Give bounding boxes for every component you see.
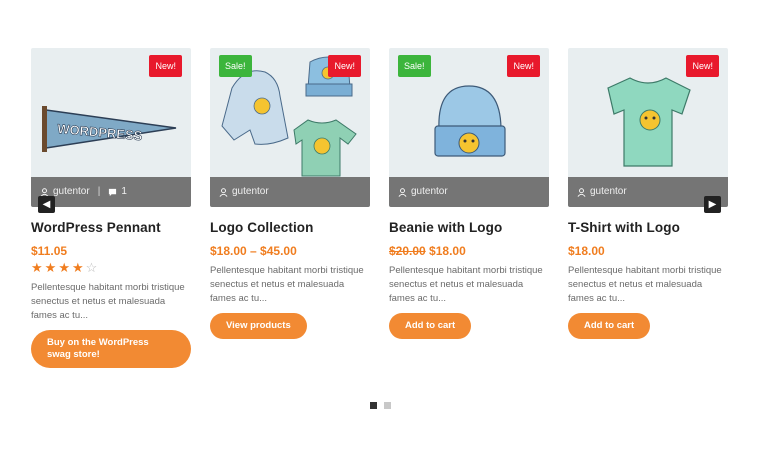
view-products-button[interactable]: View products [210,313,307,339]
meta-bar: gutentor [389,177,549,207]
sale-badge: Sale! [398,55,431,77]
sale-badge: Sale! [219,55,252,77]
current-price: $18.00 [568,244,605,258]
new-badge: New! [686,55,719,77]
add-to-cart-button[interactable]: Add to cart [568,313,651,339]
product-title[interactable]: WordPress Pennant [31,220,191,235]
user-icon [398,187,407,197]
author-name[interactable]: gutentor [411,177,448,207]
pagination-dot-2[interactable] [384,402,391,409]
carousel-pagination [370,402,391,409]
product-title[interactable]: Beanie with Logo [389,220,549,235]
product-description: Pellentesque habitant morbi tristique se… [31,282,185,321]
product-description: Pellentesque habitant morbi tristique se… [210,265,364,304]
new-badge: New! [149,55,182,77]
star-icon: ★ [58,260,70,275]
product-card: WORDPRESS New! gutentor | 1 WordPress Pe… [31,48,191,368]
product-price: $18.00 – $45.00 [210,244,370,258]
product-image[interactable]: Sale! New! gutentor [389,48,549,207]
comment-count[interactable]: 1 [121,177,127,207]
author-name[interactable]: gutentor [590,177,627,207]
buy-external-button[interactable]: Buy on the WordPress swag store! [31,330,191,368]
product-description: Pellentesque habitant morbi tristique se… [389,265,543,304]
product-title[interactable]: Logo Collection [210,220,370,235]
product-card: New! gutentor T-Shirt with Logo $18.00 P… [568,48,728,339]
star-rating: ★ ★ ★ ★ ☆ [31,261,191,275]
star-icon: ★ [44,260,57,275]
star-icon: ★ [71,260,84,275]
author-name[interactable]: gutentor [232,177,269,207]
price-range: $18.00 – $45.00 [210,244,297,258]
pagination-dot-1[interactable] [370,402,377,409]
chevron-right-icon[interactable]: ▶ [704,196,721,213]
product-image[interactable]: Sale! New! gutentor [210,48,370,207]
user-icon [577,187,586,197]
new-badge: New! [328,55,361,77]
add-to-cart-button[interactable]: Add to cart [389,313,472,339]
comment-icon [109,188,117,196]
product-card: Sale! New! gutentor Beanie with Logo $20… [389,48,549,339]
product-price: $18.00 [568,244,728,258]
product-card: Sale! New! gutentor Logo Collection $18.… [210,48,370,339]
product-image[interactable]: WORDPRESS New! gutentor | 1 [31,48,191,207]
product-price: $20.00 $18.00 [389,244,549,258]
author-name[interactable]: gutentor [53,177,90,207]
sale-price: $18.00 [429,244,466,258]
star-empty-icon: ☆ [85,260,98,275]
user-icon [219,187,228,197]
meta-separator: | [97,186,101,197]
product-image[interactable]: New! gutentor [568,48,728,207]
meta-bar: gutentor [210,177,370,207]
current-price: $11.05 [31,244,68,258]
product-carousel: WORDPRESS New! gutentor | 1 WordPress Pe… [31,48,728,378]
product-description: Pellentesque habitant morbi tristique se… [568,265,722,304]
chevron-left-icon[interactable]: ◀ [38,196,55,213]
product-title[interactable]: T-Shirt with Logo [568,220,728,235]
product-price: $11.05 [31,244,191,258]
new-badge: New! [507,55,540,77]
star-icon: ★ [31,260,43,275]
original-price: $20.00 [389,244,426,258]
meta-bar: gutentor | 1 [31,177,191,207]
